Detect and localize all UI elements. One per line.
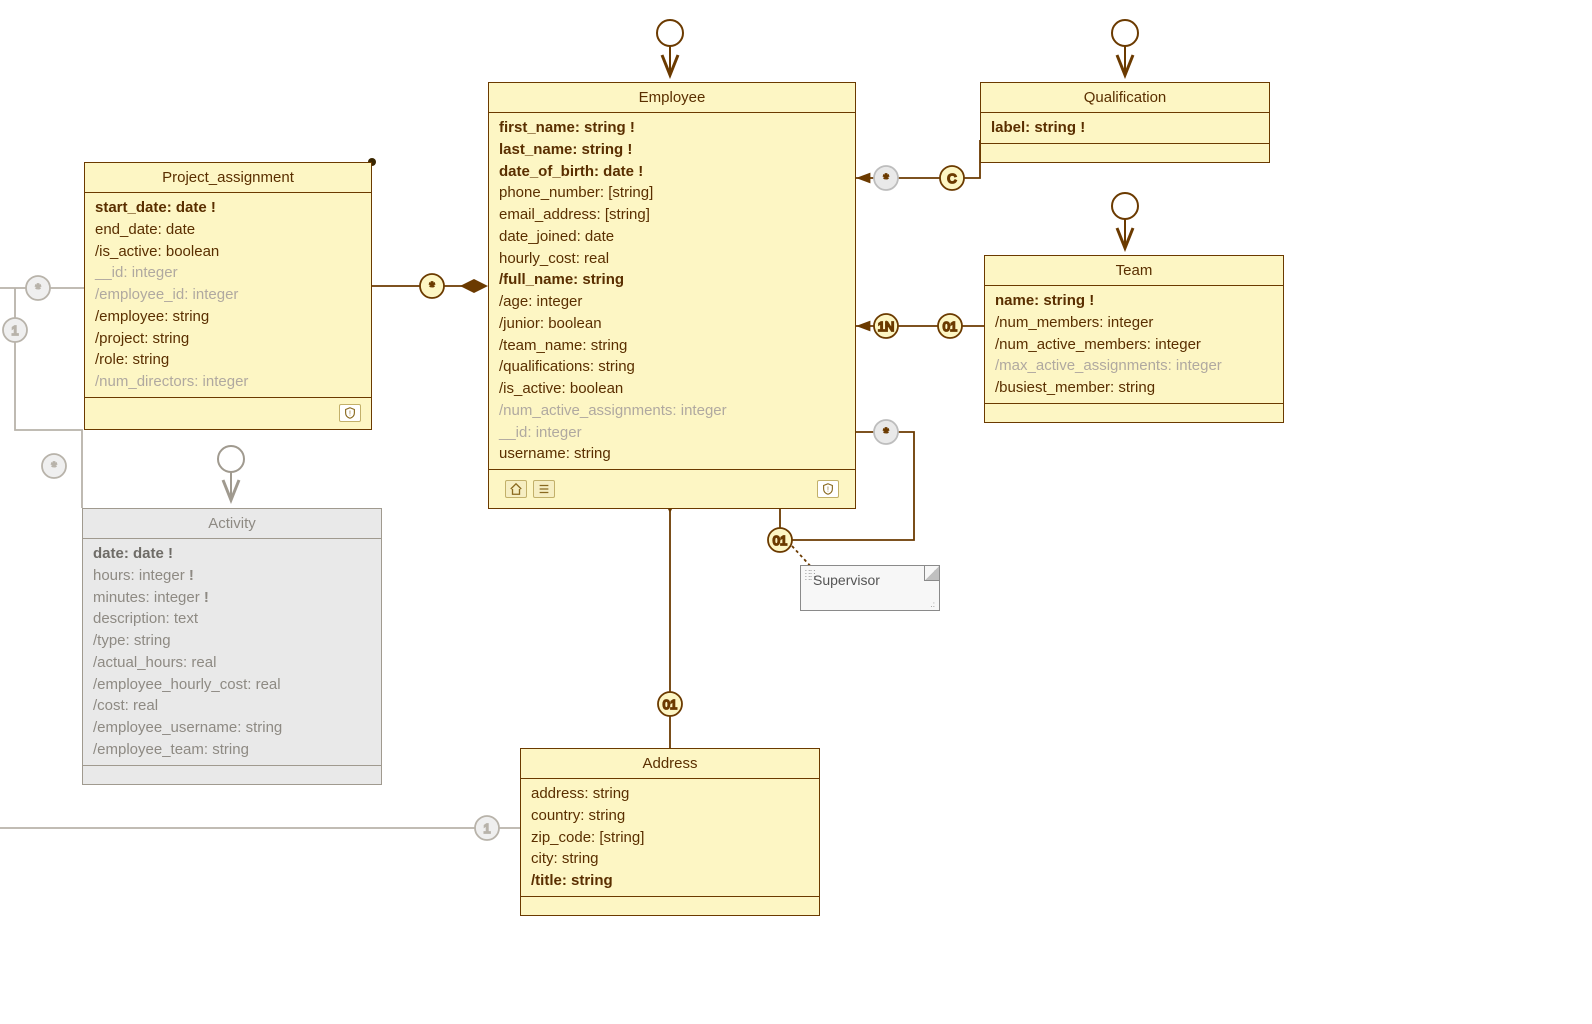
attr: /title: string [531, 870, 809, 892]
attr-list: label: string ! [981, 113, 1269, 144]
attr-list: name: string !/num_members: integer/num_… [985, 286, 1283, 404]
shield-warning-icon: ! [817, 480, 839, 498]
attr-list: first_name: string !last_name: string !d… [489, 113, 855, 470]
svg-text:1N: 1N [878, 319, 895, 334]
attr: /employee_id: integer [95, 284, 361, 306]
shield-warning-icon: ! [339, 404, 361, 422]
class-team[interactable]: Team name: string !/num_members: integer… [984, 255, 1284, 423]
attr: /full_name: string [499, 269, 845, 291]
attr: /employee_username: string [93, 717, 371, 739]
attr: label: string ! [991, 117, 1259, 139]
attr: name: string ! [995, 290, 1273, 312]
attr: date_of_birth: date ! [499, 161, 845, 183]
note-label: Supervisor [813, 572, 880, 588]
class-activity[interactable]: Activity date: date !hours: integer !min… [82, 508, 382, 785]
attr: address: string [531, 783, 809, 805]
attr: /employee_team: string [93, 739, 371, 761]
attr: date_joined: date [499, 226, 845, 248]
attr-list: date: date !hours: integer !minutes: int… [83, 539, 381, 766]
svg-text:01: 01 [943, 319, 957, 334]
attr: city: string [531, 848, 809, 870]
svg-text:*: * [883, 171, 888, 186]
attr: minutes: integer ! [93, 587, 371, 609]
attr: /junior: boolean [499, 313, 845, 335]
class-title: Address [521, 749, 819, 779]
attr: hours: integer ! [93, 565, 371, 587]
home-icon[interactable] [505, 480, 527, 498]
attr: /is_active: boolean [95, 241, 361, 263]
class-title: Project_assignment [85, 163, 371, 193]
class-project-assignment[interactable]: Project_assignment start_date: date !end… [84, 162, 372, 430]
svg-text:*: * [35, 281, 40, 296]
attr: /busiest_member: string [995, 377, 1273, 399]
attr: end_date: date [95, 219, 361, 241]
note-supervisor: ∷∷∷∷ Supervisor .: [800, 565, 940, 611]
attr: /role: string [95, 349, 361, 371]
attr-list: start_date: date !end_date: date/is_acti… [85, 193, 371, 398]
svg-text:01: 01 [773, 533, 787, 548]
class-title: Employee [489, 83, 855, 113]
attr: /type: string [93, 630, 371, 652]
attr: /num_active_members: integer [995, 334, 1273, 356]
svg-text:!: ! [827, 487, 829, 494]
attr: /employee: string [95, 306, 361, 328]
class-employee[interactable]: Employee first_name: string !last_name: … [488, 82, 856, 509]
class-title: Qualification [981, 83, 1269, 113]
class-title: Activity [83, 509, 381, 539]
attr: country: string [531, 805, 809, 827]
attr: /max_active_assignments: integer [995, 355, 1273, 377]
attr: /num_directors: integer [95, 371, 361, 393]
attr: zip_code: [string] [531, 827, 809, 849]
attr: description: text [93, 608, 371, 630]
attr: last_name: string ! [499, 139, 845, 161]
svg-text:01: 01 [663, 697, 677, 712]
svg-text:!: ! [349, 410, 351, 417]
attr: start_date: date ! [95, 197, 361, 219]
attr: /actual_hours: real [93, 652, 371, 674]
attr: __id: integer [499, 422, 845, 444]
attr: /employee_hourly_cost: real [93, 674, 371, 696]
svg-text:*: * [429, 279, 434, 294]
class-title: Team [985, 256, 1283, 286]
attr: __id: integer [95, 262, 361, 284]
attr-list: address: stringcountry: stringzip_code: … [521, 779, 819, 897]
attr: date: date ! [93, 543, 371, 565]
list-icon[interactable] [533, 480, 555, 498]
attr: username: string [499, 443, 845, 465]
attr: /age: integer [499, 291, 845, 313]
attr: email_address: [string] [499, 204, 845, 226]
svg-text:C: C [947, 171, 956, 186]
svg-text:1: 1 [483, 821, 490, 836]
attr: /is_active: boolean [499, 378, 845, 400]
attr: /team_name: string [499, 335, 845, 357]
attr: first_name: string ! [499, 117, 845, 139]
attr: hourly_cost: real [499, 248, 845, 270]
svg-text:*: * [883, 425, 888, 440]
attr: /num_active_assignments: integer [499, 400, 845, 422]
svg-text:1: 1 [11, 323, 18, 338]
attr: phone_number: [string] [499, 182, 845, 204]
svg-text:*: * [51, 459, 56, 474]
attr: /qualifications: string [499, 356, 845, 378]
attr: /num_members: integer [995, 312, 1273, 334]
attr: /cost: real [93, 695, 371, 717]
attr: /project: string [95, 328, 361, 350]
class-qualification[interactable]: Qualification label: string ! [980, 82, 1270, 163]
class-address[interactable]: Address address: stringcountry: stringzi… [520, 748, 820, 916]
